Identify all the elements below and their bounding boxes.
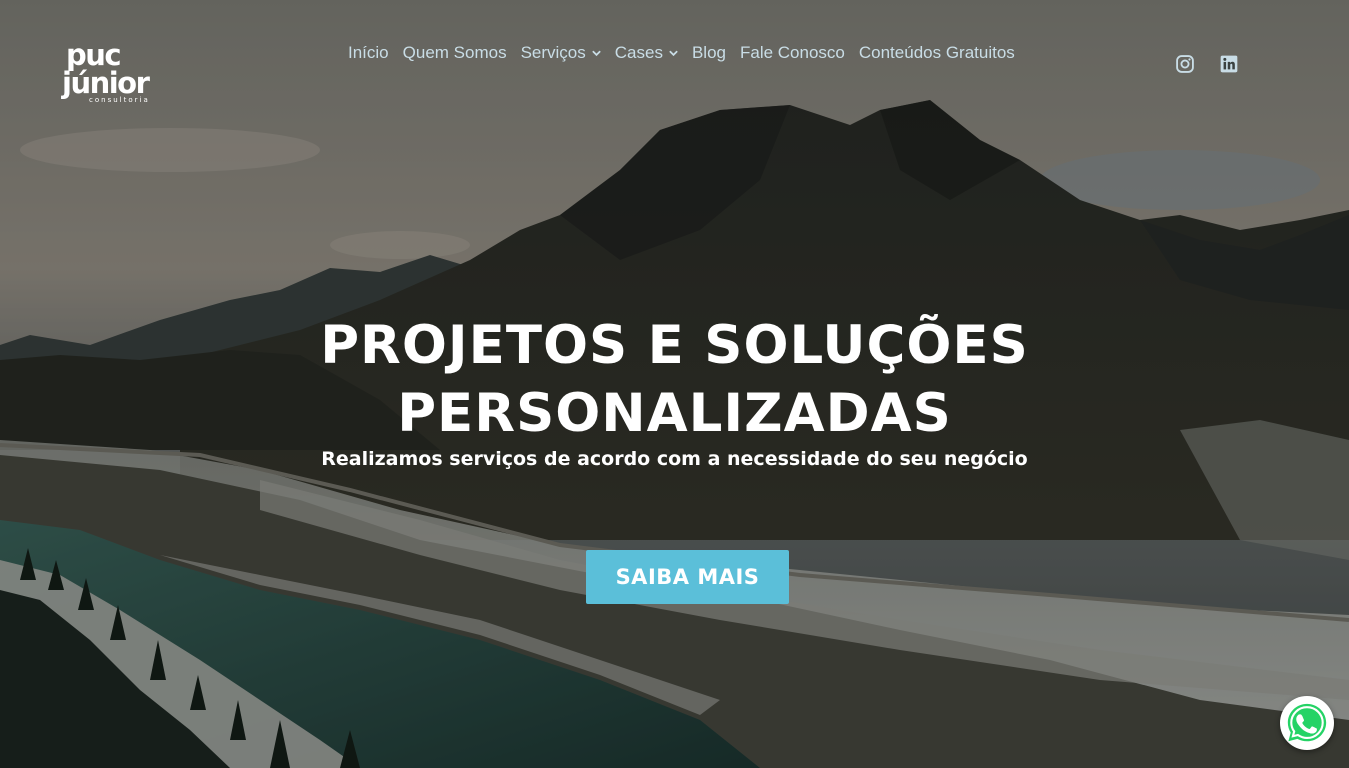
hero-headline-line-1: PROJETOS E SOLUÇÕES	[320, 315, 1029, 376]
linkedin-icon[interactable]	[1219, 54, 1239, 74]
nav-item-blog[interactable]: Blog	[692, 43, 726, 63]
hero-subheadline: Realizamos serviços de acordo com a nece…	[321, 448, 1028, 470]
saiba-mais-button[interactable]: SAIBA MAIS	[586, 550, 789, 604]
nav-item-inicio[interactable]: Início	[348, 43, 389, 63]
social-links	[1175, 54, 1239, 74]
nav-item-label: Fale Conosco	[739, 43, 845, 62]
nav-item-conteudos-gratuitos[interactable]: Conteúdos Gratuitos	[859, 43, 1015, 63]
nav-item-label: Conteúdos Gratuitos	[858, 43, 1015, 62]
main-nav: Início Quem Somos Serviços Cases Blog Fa…	[348, 42, 1029, 64]
nav-item-label: Início	[348, 43, 389, 62]
nav-item-label: Quem Somos	[402, 43, 507, 62]
hero-headline: PROJETOS E SOLUÇÕES PERSONALIZADAS	[0, 312, 1349, 448]
instagram-icon[interactable]	[1175, 54, 1195, 74]
chevron-down-icon	[669, 50, 678, 56]
whatsapp-icon	[1287, 703, 1327, 742]
nav-item-cases[interactable]: Cases	[615, 43, 678, 63]
nav-item-quem-somos[interactable]: Quem Somos	[403, 43, 507, 63]
nav-item-label: Blog	[691, 43, 726, 62]
logo-line-3: consultoria	[89, 96, 150, 104]
nav-item-fale-conosco[interactable]: Fale Conosco	[740, 43, 845, 63]
whatsapp-button[interactable]	[1280, 696, 1334, 750]
nav-item-label: Serviços	[520, 43, 586, 62]
chevron-down-icon	[592, 50, 601, 56]
logo[interactable]: puc júnior consultoria	[62, 40, 162, 110]
logo-line-2: júnior	[62, 66, 150, 100]
nav-item-servicos[interactable]: Serviços	[521, 43, 601, 63]
nav-item-label: Cases	[614, 43, 663, 62]
hero-headline-line-2: PERSONALIZADAS	[397, 383, 952, 444]
